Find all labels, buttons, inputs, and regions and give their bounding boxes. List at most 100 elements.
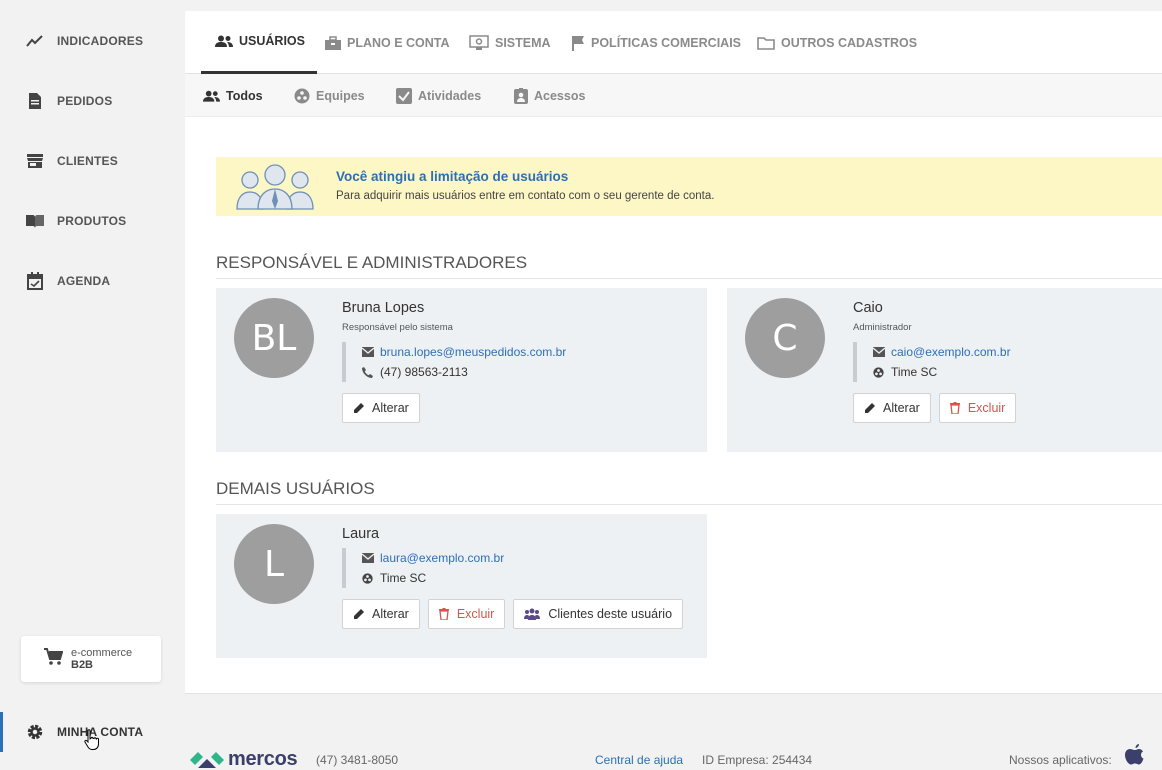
tab-politicas-comerciais[interactable]: POLÍTICAS COMERCIAIS (571, 11, 741, 74)
user-email-link[interactable]: bruna.lopes@meuspedidos.com.br (380, 345, 566, 359)
user-name: Caio (853, 300, 883, 316)
user-phone: (47) 98563-2113 (380, 365, 468, 379)
delete-button[interactable]: Excluir (938, 393, 1017, 423)
main-tabs: USUÁRIOS PLANO E CONTA SISTEMA POLÍTICAS… (185, 11, 1162, 74)
user-email-link[interactable]: laura@exemplo.com.br (380, 551, 504, 565)
support-phone: (47) 3481-8050 (316, 753, 399, 767)
sidebar-item-label: CLIENTES (57, 154, 118, 168)
user-card: BL Bruna Lopes Responsável pelo sistema … (216, 288, 707, 452)
tab-outros-cadastros[interactable]: OUTROS CADASTROS (757, 11, 917, 74)
book-icon (25, 211, 45, 231)
users-icon (203, 90, 220, 102)
subtab-equipes[interactable]: Equipes (294, 74, 365, 117)
user-team: Time SC (380, 571, 427, 585)
user-email-link[interactable]: caio@exemplo.com.br (891, 345, 1011, 359)
edit-button[interactable]: Alterar (342, 599, 420, 629)
user-contact-info: laura@exemplo.com.br Time SC (342, 548, 504, 588)
button-label: Alterar (372, 401, 409, 415)
user-card: C Caio Administrador caio@exemplo.com.br… (727, 288, 1162, 452)
user-name: Laura (342, 526, 380, 542)
subtab-label: Acessos (534, 88, 586, 103)
sidebar: INDICADORES PEDIDOS CLIENTES PRODUTOS AG… (0, 0, 185, 770)
team-icon (873, 366, 887, 378)
subtab-atividades[interactable]: Atividades (396, 74, 481, 117)
pencil-icon (353, 608, 364, 620)
store-icon (25, 151, 45, 171)
alert-title: Você atingiu a limitação de usuários (336, 169, 569, 184)
sidebar-item-produtos[interactable]: PRODUTOS (0, 201, 185, 241)
edit-button[interactable]: Alterar (342, 393, 420, 423)
calendar-icon (25, 271, 45, 291)
cart-icon (43, 647, 64, 671)
help-center-link[interactable]: Central de ajuda (595, 753, 683, 767)
folder-icon (757, 36, 775, 50)
envelope-icon (362, 553, 376, 563)
sidebar-item-pedidos[interactable]: PEDIDOS (0, 81, 185, 121)
sidebar-item-label: PRODUTOS (57, 214, 127, 228)
users-group-icon (524, 608, 541, 620)
user-role: Responsável pelo sistema (342, 322, 453, 333)
subtab-todos[interactable]: Todos (203, 74, 263, 117)
sidebar-item-label: AGENDA (57, 274, 111, 288)
tab-label: SISTEMA (495, 35, 551, 50)
id-badge-icon (514, 87, 528, 104)
ecommerce-b2b-button[interactable]: e-commerce B2B (21, 636, 161, 682)
briefcase-icon (325, 35, 341, 50)
trash-icon (949, 402, 960, 414)
edit-button[interactable]: Alterar (853, 393, 931, 423)
company-id: ID Empresa: 254434 (702, 753, 813, 767)
sidebar-item-clientes[interactable]: CLIENTES (0, 141, 185, 181)
sidebar-item-label: MINHA CONTA (57, 725, 144, 739)
gear-icon (25, 722, 45, 742)
subtab-acessos[interactable]: Acessos (514, 74, 585, 117)
document-icon (25, 91, 45, 111)
user-team: Time SC (891, 365, 938, 379)
users-icon (215, 35, 233, 47)
users-illustration (234, 161, 316, 216)
avatar: BL (234, 298, 314, 378)
flag-icon (571, 35, 585, 51)
tab-label: OUTROS CADASTROS (781, 35, 918, 50)
hand-cursor-icon (84, 729, 100, 756)
footer: mercos (47) 3481-8050 Central de ajuda I… (185, 740, 1162, 770)
apple-icon[interactable] (1125, 744, 1145, 769)
sidebar-item-indicadores[interactable]: INDICADORES (0, 21, 185, 61)
monitor-icon (469, 34, 489, 51)
trend-icon (25, 31, 45, 51)
tab-usuarios[interactable]: USUÁRIOS (201, 11, 317, 74)
subtab-label: Todos (226, 88, 263, 103)
team-icon (294, 88, 310, 104)
user-contact-info: caio@exemplo.com.br Time SC (853, 342, 1011, 382)
button-label: Excluir (967, 401, 1006, 415)
pencil-icon (864, 402, 875, 414)
tab-sistema[interactable]: SISTEMA (469, 11, 551, 74)
sidebar-item-label: INDICADORES (57, 34, 144, 48)
avatar: C (745, 298, 825, 378)
tab-plano-e-conta[interactable]: PLANO E CONTA (325, 11, 450, 74)
phone-icon (362, 366, 376, 378)
tab-label: PLANO E CONTA (347, 35, 450, 50)
apps-label: Nossos aplicativos: (1009, 753, 1112, 767)
main-panel: USUÁRIOS PLANO E CONTA SISTEMA POLÍTICAS… (185, 11, 1162, 694)
checkbox-icon (396, 87, 412, 104)
sidebar-item-agenda[interactable]: AGENDA (0, 261, 185, 301)
sub-tabs: Todos Equipes Atividades Acessos (185, 74, 1162, 117)
tab-label: USUÁRIOS (239, 34, 305, 48)
mercos-logo: mercos (190, 748, 298, 770)
user-card: L Laura laura@exemplo.com.br Time SC Alt… (216, 514, 707, 658)
user-contact-info: bruna.lopes@meuspedidos.com.br (47) 9856… (342, 342, 566, 382)
alert-text: Para adquirir mais usuários entre em con… (336, 190, 715, 202)
envelope-icon (873, 347, 887, 357)
section-title-admins: RESPONSÁVEL E ADMINISTRADORES (216, 253, 1162, 279)
user-limit-alert: Você atingiu a limitação de usuários Par… (216, 157, 1162, 216)
trash-icon (438, 608, 449, 620)
pencil-icon (353, 402, 364, 414)
envelope-icon (362, 347, 376, 357)
tab-label: POLÍTICAS COMERCIAIS (591, 35, 742, 50)
clients-of-user-button[interactable]: Clientes deste usuário (513, 599, 684, 629)
section-title-others: DEMAIS USUÁRIOS (216, 479, 1162, 505)
user-role: Administrador (853, 322, 912, 333)
button-label: Alterar (883, 401, 920, 415)
delete-button[interactable]: Excluir (427, 599, 506, 629)
subtab-label: Equipes (316, 88, 365, 103)
